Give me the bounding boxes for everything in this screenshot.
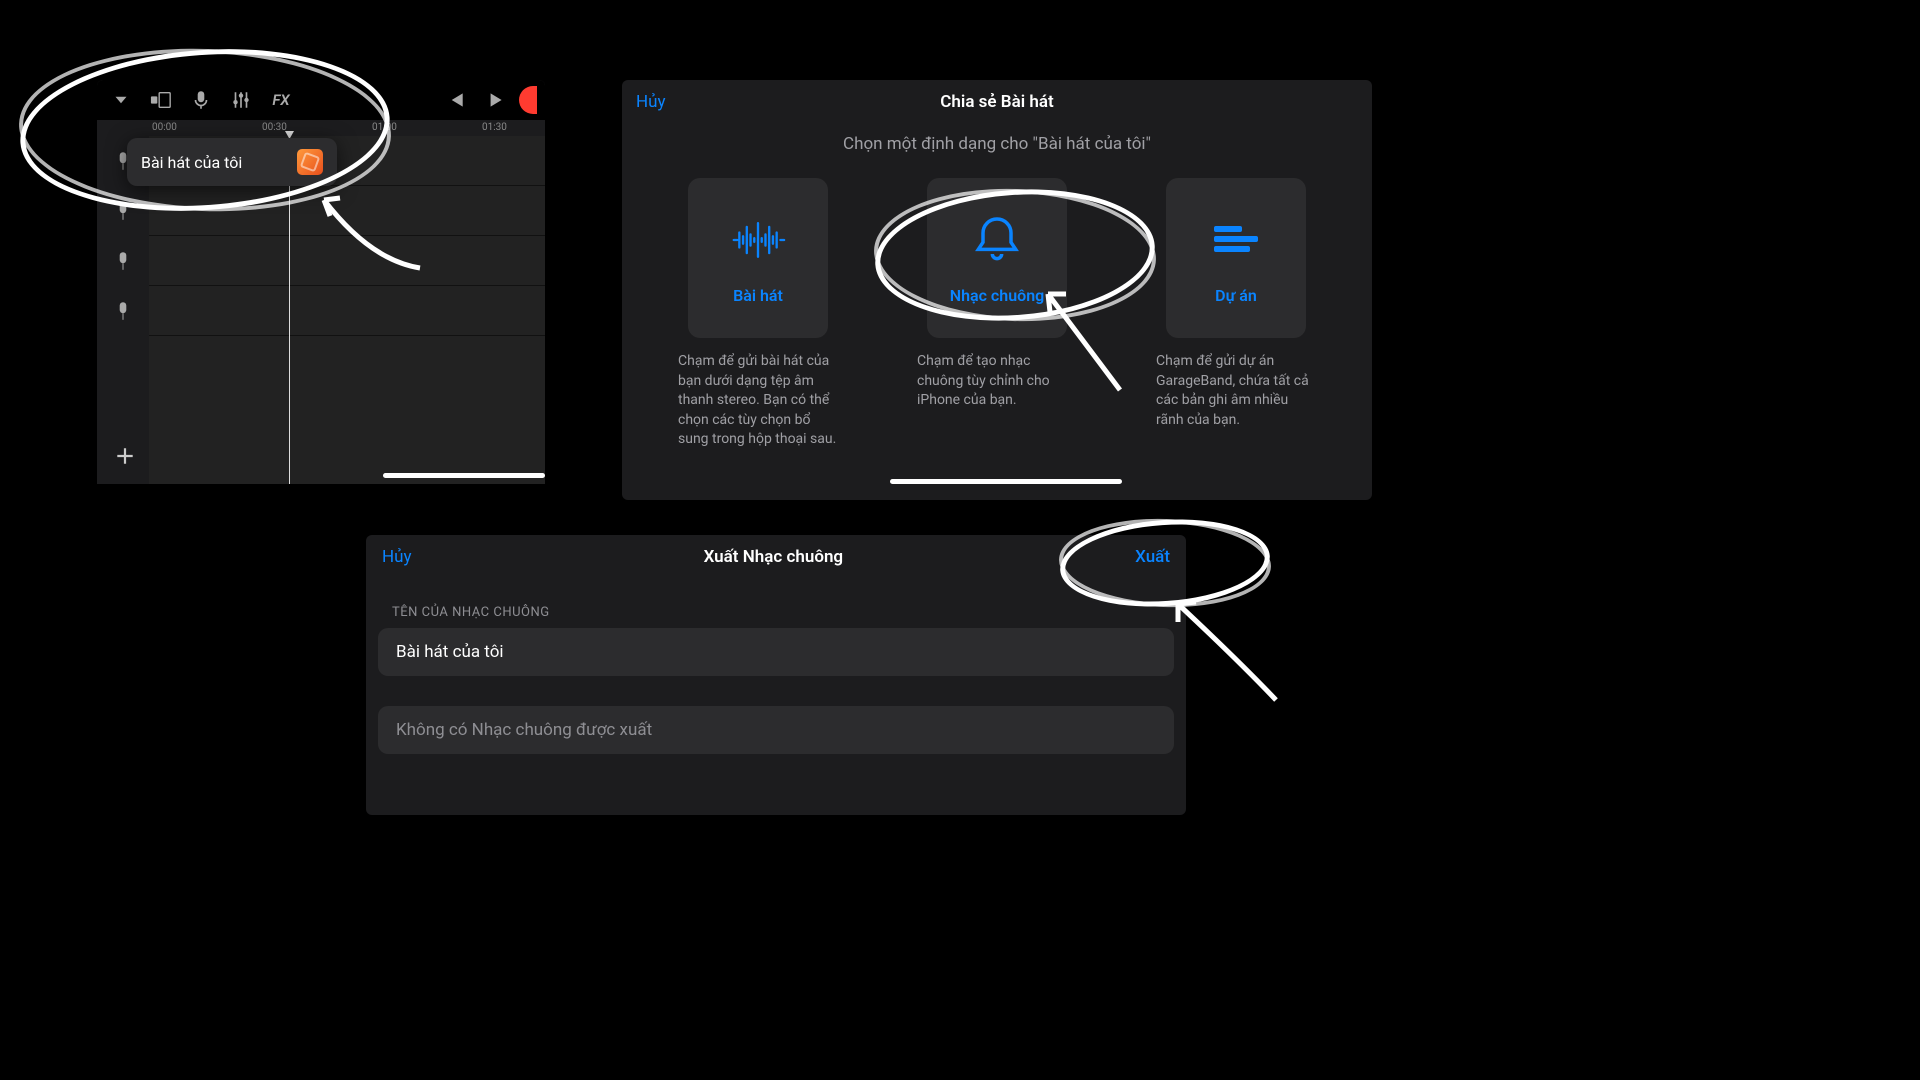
cancel-button[interactable]: Hủy <box>636 92 666 112</box>
home-indicator <box>383 473 545 478</box>
share-card-ringtone-tile[interactable]: Nhạc chuông <box>927 178 1067 338</box>
track-head-mic-icon[interactable] <box>97 186 149 236</box>
track-head-mic-icon[interactable] <box>97 286 149 336</box>
track-row[interactable] <box>149 186 545 236</box>
share-card-song: Bài hát Chạm để gửi bài hát của bạn dưới… <box>678 178 838 450</box>
track-sidebar <box>97 136 149 484</box>
export-header: Hủy Xuất Nhạc chuông Xuất <box>366 535 1186 579</box>
track-area[interactable] <box>149 136 545 484</box>
track-dropdown-icon[interactable] <box>105 84 137 116</box>
garageband-app-icon <box>297 149 323 175</box>
play-icon[interactable] <box>479 84 511 116</box>
card-desc: Chạm để gửi bài hát của bạn dưới dạng tệ… <box>678 352 838 450</box>
track-row[interactable] <box>149 236 545 286</box>
fx-button[interactable]: FX <box>265 84 297 116</box>
export-title: Xuất Nhạc chuông <box>704 547 844 567</box>
share-cards-row: Bài hát Chạm để gửi bài hát của bạn dưới… <box>622 154 1372 450</box>
share-title: Chia sẻ Bài hát <box>940 92 1053 112</box>
export-ringtone-panel: Hủy Xuất Nhạc chuông Xuất TÊN CỦA NHẠC C… <box>366 535 1186 815</box>
track-head-mic-icon[interactable] <box>97 236 149 286</box>
home-indicator <box>890 479 1122 484</box>
song-title-popup[interactable]: Bài hát của tôi <box>127 138 337 186</box>
card-label: Nhạc chuông <box>950 286 1044 305</box>
tracks-view-icon[interactable] <box>145 84 177 116</box>
editor-toolbar: FX <box>97 80 545 120</box>
garageband-editor-panel: FX 00:00 00:30 01:00 01:30 <box>97 80 545 484</box>
exported-ringtones-list: Không có Nhạc chuông được xuất <box>378 706 1174 754</box>
share-header: Hủy Chia sẻ Bài hát <box>622 80 1372 124</box>
waveform-icon <box>730 212 786 268</box>
ruler-mark: 01:30 <box>482 122 507 133</box>
share-card-ringtone: Nhạc chuông Chạm để tạo nhạc chuông tùy … <box>917 178 1077 450</box>
timeline-ruler[interactable]: 00:00 00:30 01:00 01:30 <box>97 120 545 136</box>
microphone-icon[interactable] <box>185 84 217 116</box>
card-desc: Chạm để tạo nhạc chuông tùy chỉnh cho iP… <box>917 352 1077 411</box>
share-card-project: Dự án Chạm để gửi dự án GarageBand, chứa… <box>1156 178 1316 450</box>
tracks-container <box>97 136 545 484</box>
card-label: Dự án <box>1215 286 1257 305</box>
card-desc: Chạm để gửi dự án GarageBand, chứa tất c… <box>1156 352 1316 430</box>
export-button[interactable]: Xuất <box>1135 547 1170 567</box>
card-label: Bài hát <box>733 286 783 305</box>
ruler-mark: 00:30 <box>262 122 287 133</box>
add-track-button[interactable] <box>107 438 143 474</box>
share-card-project-tile[interactable]: Dự án <box>1166 178 1306 338</box>
ringtone-name-field[interactable]: Bài hát của tôi <box>378 628 1174 676</box>
mixer-controls-icon[interactable] <box>225 84 257 116</box>
playhead[interactable] <box>289 136 290 484</box>
track-row[interactable] <box>149 286 545 336</box>
ruler-mark: 00:00 <box>152 122 177 133</box>
tracks-stack-icon <box>1208 212 1264 268</box>
rewind-icon[interactable] <box>439 84 471 116</box>
ringtone-name-label: TÊN CỦA NHẠC CHUÔNG <box>392 605 1160 620</box>
share-song-panel: Hủy Chia sẻ Bài hát Chọn một định dạng c… <box>622 80 1372 500</box>
record-button[interactable] <box>519 86 537 114</box>
song-title-label: Bài hát của tôi <box>141 153 242 172</box>
bell-icon <box>969 212 1025 268</box>
ruler-mark: 01:00 <box>372 122 397 133</box>
share-card-song-tile[interactable]: Bài hát <box>688 178 828 338</box>
cancel-button[interactable]: Hủy <box>382 547 412 567</box>
share-subtitle: Chọn một định dạng cho "Bài hát của tôi" <box>622 134 1372 154</box>
